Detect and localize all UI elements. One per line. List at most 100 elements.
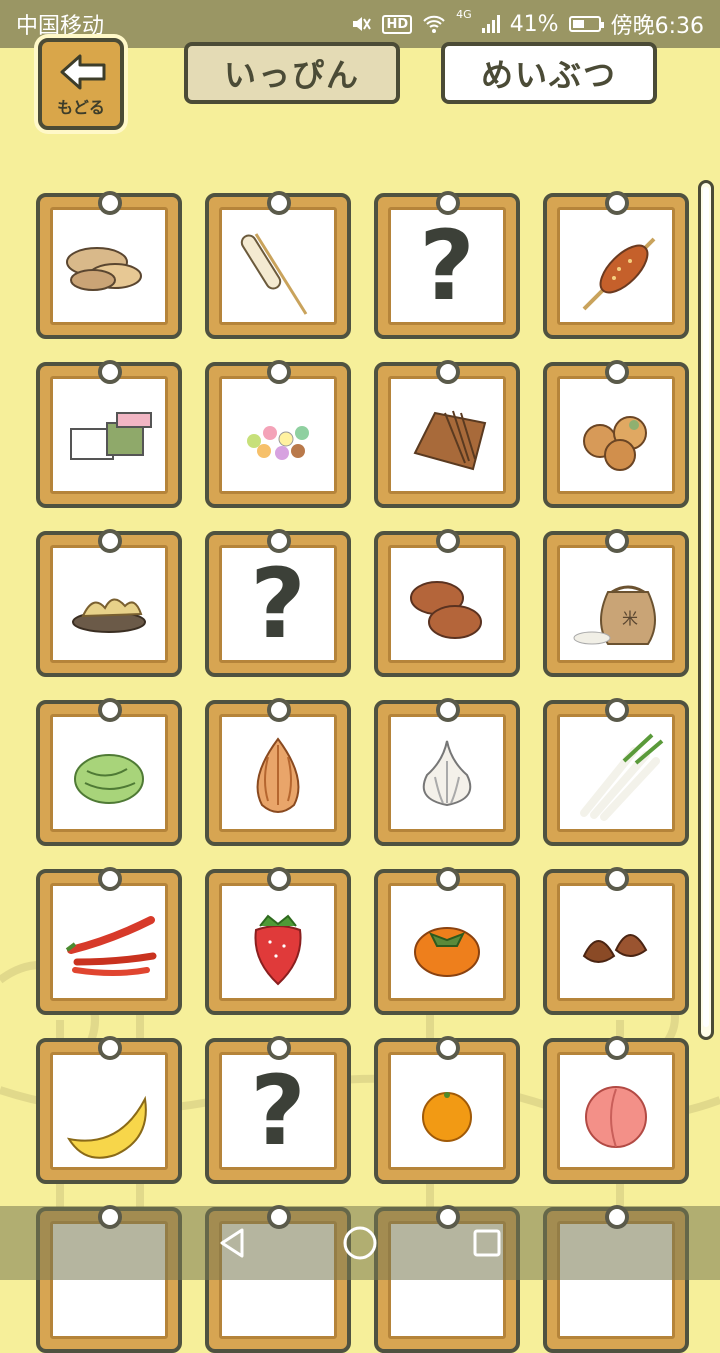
item-frame (388, 1052, 506, 1170)
svg-text:米: 米 (622, 609, 638, 628)
item-card-strawberry[interactable] (205, 867, 351, 1015)
hd-icon: HD (382, 14, 413, 34)
item-card-tempura[interactable] (36, 529, 182, 677)
hanging-ring-icon (267, 191, 291, 215)
hanging-ring-icon (605, 867, 629, 891)
recents-nav-icon[interactable] (470, 1226, 504, 1260)
item-card-senbei[interactable] (36, 191, 182, 339)
item-frame (50, 714, 168, 832)
item-card-dango-stick[interactable] (205, 191, 351, 339)
chili-icon (65, 916, 157, 976)
item-frame (50, 376, 168, 494)
onion-icon (256, 737, 300, 813)
hanging-ring-icon (605, 529, 629, 553)
hanging-ring-icon (436, 360, 460, 384)
strawberry-icon (254, 914, 302, 986)
item-card-unknown[interactable]: ? (374, 191, 520, 339)
item-frame (50, 545, 168, 663)
hanging-ring-icon (267, 867, 291, 891)
question-mark-icon: ? (419, 210, 475, 322)
hanging-ring-icon (98, 191, 122, 215)
back-arrow-icon (60, 54, 106, 90)
rice-bag-icon: 米 (573, 585, 656, 645)
item-card-banana[interactable] (36, 1036, 182, 1184)
hanging-ring-icon (605, 1036, 629, 1060)
clock: 傍晚6:36 (610, 14, 704, 39)
bread-icon (410, 581, 482, 639)
item-frame (557, 207, 675, 325)
item-card-unknown[interactable]: ? (205, 529, 351, 677)
scrollbar-thumb[interactable] (703, 187, 709, 1027)
item-frame (219, 376, 337, 494)
item-frame: ? (219, 1052, 337, 1170)
item-frame: 米 (557, 545, 675, 663)
tab-meibutsu[interactable]: めいぶつ (441, 42, 657, 104)
buns-icon (583, 416, 647, 471)
colorful-candy-icon (247, 426, 309, 460)
item-frame: ? (219, 545, 337, 663)
hanging-ring-icon (605, 191, 629, 215)
back-button[interactable]: もどる (38, 38, 124, 130)
garlic-icon (422, 740, 472, 807)
question-mark-icon: ? (250, 1055, 306, 1167)
item-card-garlic[interactable] (374, 698, 520, 846)
item-card-bread[interactable] (374, 529, 520, 677)
fried-food-icon (72, 598, 146, 633)
banana-icon (66, 1095, 147, 1159)
item-card-onion[interactable] (205, 698, 351, 846)
home-nav-icon[interactable] (342, 1225, 378, 1261)
item-card-manju[interactable] (543, 360, 689, 508)
skewer-icon (240, 233, 308, 315)
item-card-cabbage[interactable] (36, 698, 182, 846)
item-card-tsukudani[interactable] (374, 360, 520, 508)
hanging-ring-icon (605, 360, 629, 384)
item-frame (388, 714, 506, 832)
question-mark-icon: ? (250, 548, 306, 660)
item-frame (557, 376, 675, 494)
hanging-ring-icon (98, 529, 122, 553)
item-card-rice-bag[interactable]: 米 (543, 529, 689, 677)
hanging-ring-icon (605, 698, 629, 722)
item-frame (50, 207, 168, 325)
item-card-chestnut[interactable] (543, 867, 689, 1015)
item-frame (557, 1052, 675, 1170)
layered-sweets-icon (70, 412, 152, 460)
back-nav-icon[interactable] (216, 1226, 250, 1260)
orange-icon (422, 1092, 472, 1142)
tab-ippin[interactable]: いっぴん (184, 42, 400, 104)
hanging-ring-icon (98, 1036, 122, 1060)
pickled-icon (413, 410, 487, 471)
item-card-unknown[interactable]: ? (205, 1036, 351, 1184)
battery-icon (568, 16, 604, 32)
hanging-ring-icon (98, 1205, 122, 1229)
battery-percent: 41% (509, 11, 559, 37)
item-frame (388, 883, 506, 1001)
mute-icon (353, 17, 372, 31)
persimmon-icon (414, 927, 480, 977)
hanging-ring-icon (267, 698, 291, 722)
item-card-chili[interactable] (36, 867, 182, 1015)
item-card-green-onion[interactable] (543, 698, 689, 846)
hanging-ring-icon (436, 1205, 460, 1229)
status-icons: HD 4G 41% 傍晚6:36 (350, 8, 704, 40)
scrollbar[interactable] (698, 180, 714, 1040)
hanging-ring-icon (267, 360, 291, 384)
hanging-ring-icon (98, 360, 122, 384)
back-label: もどる (57, 98, 105, 117)
hanging-ring-icon (267, 1205, 291, 1229)
item-frame (388, 376, 506, 494)
item-frame (50, 883, 168, 1001)
peach-icon (585, 1086, 647, 1148)
item-card-mandarin[interactable] (374, 1036, 520, 1184)
hanging-ring-icon (436, 867, 460, 891)
network-label: 4G (456, 8, 472, 21)
item-card-peach[interactable] (543, 1036, 689, 1184)
hanging-ring-icon (267, 529, 291, 553)
item-card-persimmon[interactable] (374, 867, 520, 1015)
item-frame (557, 883, 675, 1001)
item-card-grilled-mochi[interactable] (543, 191, 689, 339)
item-card-yokan[interactable] (36, 360, 182, 508)
hanging-ring-icon (267, 1036, 291, 1060)
item-card-candies[interactable] (205, 360, 351, 508)
rice-cracker-icon (66, 247, 142, 291)
